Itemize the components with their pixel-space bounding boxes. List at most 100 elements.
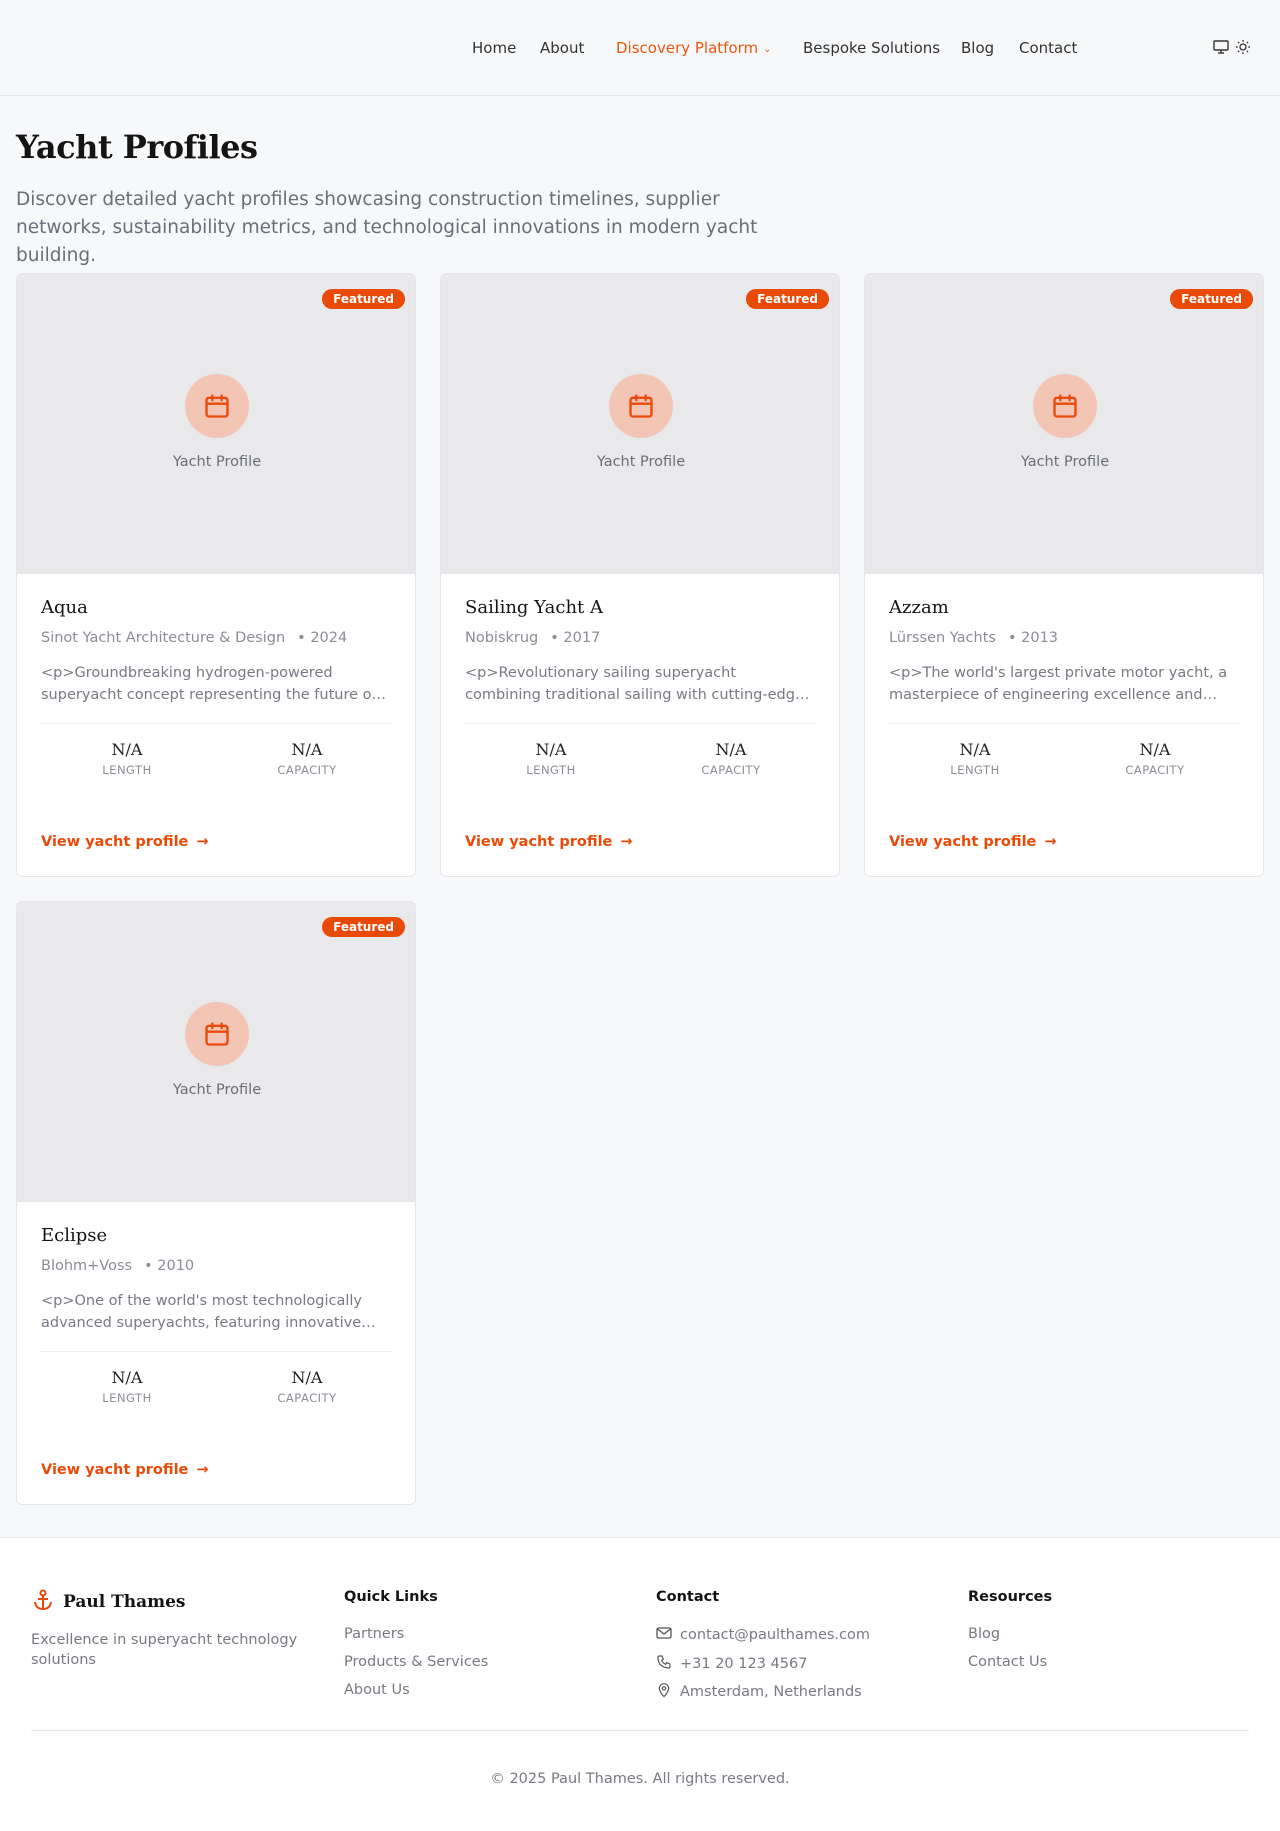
yacht-description: <p>Revolutionary sailing superyacht comb… — [465, 665, 804, 703]
stat-length-value: N/A — [111, 1368, 143, 1387]
nav-home[interactable]: Home — [472, 39, 516, 57]
media-label: Yacht Profile — [172, 454, 262, 470]
contact-email-row[interactable]: contact@paulthames.com — [656, 1626, 870, 1644]
media-label: Yacht Profile — [596, 454, 686, 470]
card-divider — [41, 1351, 391, 1352]
media-label: Yacht Profile — [1020, 454, 1110, 470]
contact-email: contact@paulthames.com — [680, 1627, 871, 1643]
stat-capacity: N/A CAPACITY — [656, 740, 806, 777]
main-nav: Home About Discovery Platform ⌄ Bespoke S… — [0, 0, 1280, 96]
view-yacht-profile-link[interactable]: View yacht profile → — [889, 834, 1057, 850]
view-yacht-profile-link[interactable]: View yacht profile → — [41, 1462, 209, 1478]
stat-capacity-value: N/A — [291, 1368, 323, 1387]
chevron-down-icon: ⌄ — [763, 44, 772, 55]
featured-badge: Featured — [322, 917, 405, 937]
nav-contact[interactable]: Contact — [1019, 39, 1077, 57]
arrow-right-icon: → — [196, 1462, 209, 1478]
calendar-icon — [1033, 374, 1097, 438]
yacht-year: • 2013 — [1007, 630, 1059, 646]
page-intro: Discover detailed yacht profiles showcas… — [16, 189, 758, 266]
quick-links-title: Quick Links — [344, 1589, 438, 1605]
card-divider — [889, 723, 1239, 724]
yacht-meta: Sinot Yacht Architecture & Design • 2024 — [41, 630, 347, 646]
arrow-right-icon: → — [1044, 834, 1057, 850]
stat-capacity-label: CAPACITY — [1125, 763, 1185, 777]
view-yacht-profile-link[interactable]: View yacht profile → — [41, 834, 209, 850]
yacht-description: <p>The world's largest private motor yac… — [889, 665, 1228, 703]
stat-capacity-value: N/A — [715, 740, 747, 759]
yacht-builder: Sinot Yacht Architecture & Design — [41, 630, 286, 646]
yacht-year: • 2017 — [550, 630, 601, 646]
page-title: Yacht Profiles — [16, 128, 258, 166]
stat-length-label: LENGTH — [950, 763, 1000, 777]
stat-length: N/A LENGTH — [476, 740, 626, 777]
stat-length: N/A LENGTH — [52, 1368, 202, 1405]
yacht-card[interactable]: Featured Yacht Profile Aqua Sinot Yacht … — [16, 273, 416, 877]
yacht-name: Eclipse — [41, 1225, 108, 1246]
copyright: © 2025 Paul Thames. All rights reserved. — [490, 1771, 790, 1787]
nav-about[interactable]: About — [540, 39, 584, 57]
stat-length-label: LENGTH — [102, 763, 152, 777]
yacht-builder: Blohm+Voss — [41, 1258, 133, 1274]
map-pin-icon — [656, 1682, 672, 1702]
site-header: Home About Discovery Platform ⌄ Bespoke S… — [0, 0, 1280, 96]
footer-link-partners[interactable]: Partners — [344, 1626, 404, 1642]
monitor-icon[interactable] — [1213, 40, 1229, 54]
view-yacht-profile-label: View yacht profile — [41, 834, 189, 850]
header-icons — [1213, 39, 1251, 55]
yacht-meta: Blohm+Voss • 2010 — [41, 1258, 194, 1274]
footer-link-about-us[interactable]: About Us — [344, 1682, 410, 1698]
contact-location: Amsterdam, Netherlands — [680, 1684, 862, 1700]
contact-phone-row[interactable]: +31 20 123 4567 — [656, 1654, 807, 1674]
yacht-builder: Lürssen Yachts — [889, 630, 996, 646]
footer-link-blog[interactable]: Blog — [968, 1626, 1000, 1642]
view-yacht-profile-label: View yacht profile — [889, 834, 1037, 850]
stat-length: N/A LENGTH — [52, 740, 202, 777]
yacht-name: Sailing Yacht A — [465, 597, 604, 618]
nav-blog[interactable]: Blog — [961, 39, 994, 57]
card-media: Featured Yacht Profile — [17, 902, 415, 1202]
yacht-card[interactable]: Featured Yacht Profile Eclipse Blohm+Vos… — [16, 901, 416, 1505]
nav-bespoke-solutions[interactable]: Bespoke Solutions — [803, 39, 940, 57]
arrow-right-icon: → — [620, 834, 633, 850]
yacht-year: • 2024 — [297, 630, 348, 646]
stat-length-label: LENGTH — [102, 1391, 152, 1405]
resources-title: Resources — [968, 1589, 1053, 1605]
footer-brand[interactable]: Paul Thames — [31, 1588, 185, 1616]
featured-badge: Featured — [746, 289, 829, 309]
phone-icon — [656, 1654, 672, 1674]
yacht-card[interactable]: Featured Yacht Profile Azzam Lürssen Yac… — [864, 273, 1264, 877]
footer-divider — [31, 1730, 1249, 1731]
yacht-year: • 2010 — [144, 1258, 195, 1274]
featured-badge: Featured — [1170, 289, 1253, 309]
view-yacht-profile-label: View yacht profile — [465, 834, 613, 850]
calendar-icon — [185, 374, 249, 438]
yacht-name: Aqua — [41, 597, 88, 618]
stat-capacity: N/A CAPACITY — [232, 1368, 382, 1405]
stat-length-label: LENGTH — [526, 763, 576, 777]
mail-icon — [656, 1626, 672, 1644]
contact-phone: +31 20 123 4567 — [680, 1656, 808, 1672]
calendar-icon — [609, 374, 673, 438]
yacht-card[interactable]: Featured Yacht Profile Sailing Yacht A N… — [440, 273, 840, 877]
stat-capacity: N/A CAPACITY — [1080, 740, 1230, 777]
sun-icon[interactable] — [1235, 39, 1251, 55]
featured-badge: Featured — [322, 289, 405, 309]
site-footer: Paul Thames Excellence in superyacht tec… — [0, 1537, 1280, 1831]
footer-link-products-services[interactable]: Products & Services — [344, 1654, 488, 1670]
stat-capacity-value: N/A — [1139, 740, 1171, 759]
stat-capacity: N/A CAPACITY — [232, 740, 382, 777]
view-yacht-profile-link[interactable]: View yacht profile → — [465, 834, 633, 850]
yacht-description: <p>Groundbreaking hydrogen-powered super… — [41, 665, 377, 703]
card-divider — [41, 723, 391, 724]
footer-link-contact-us[interactable]: Contact Us — [968, 1654, 1047, 1670]
contact-title: Contact — [656, 1589, 720, 1605]
footer-tagline: Excellence in superyacht technology solu… — [31, 1632, 298, 1668]
yacht-description: <p>One of the world's most technological… — [41, 1293, 363, 1331]
brand-name: Paul Thames — [63, 1592, 186, 1612]
calendar-icon — [185, 1002, 249, 1066]
card-media: Featured Yacht Profile — [865, 274, 1263, 574]
stat-capacity-label: CAPACITY — [277, 763, 337, 777]
yacht-meta: Nobiskrug • 2017 — [465, 630, 600, 646]
nav-discovery-platform[interactable]: Discovery Platform ⌄ — [616, 39, 772, 57]
